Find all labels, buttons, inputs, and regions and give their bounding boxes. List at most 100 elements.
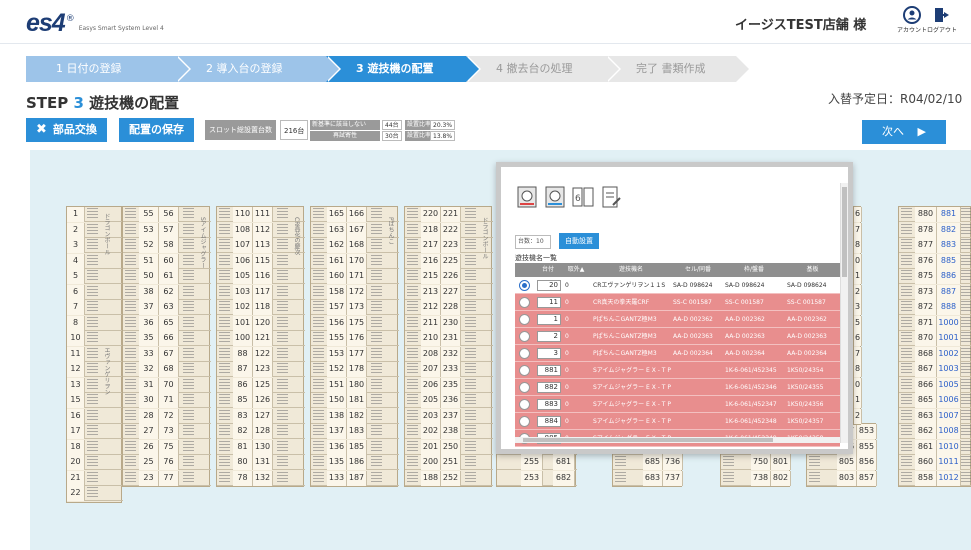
step-3[interactable]: 3 遊技機の配置 — [326, 56, 481, 82]
count-field[interactable]: 台数：10 — [515, 235, 551, 249]
machine-number[interactable]: 681 — [553, 455, 575, 470]
machine-number[interactable]: 205 — [421, 393, 441, 408]
col-board[interactable]: 基板 — [785, 263, 840, 277]
machine-number[interactable]: 103 — [233, 285, 253, 300]
machine-number[interactable]: 105 — [233, 269, 253, 284]
machine-number[interactable]: 3 — [854, 300, 862, 315]
machine-number[interactable]: 1005 — [937, 378, 961, 393]
machine-slot-row[interactable]: 138 182 — [311, 409, 399, 424]
machine-slot-row[interactable]: 876 885 — [899, 254, 971, 269]
horizontal-scrollbar[interactable] — [515, 437, 840, 443]
machine-number[interactable]: 6 — [67, 285, 85, 300]
machine-number[interactable]: 56 — [159, 207, 179, 222]
machine-number[interactable]: 223 — [441, 238, 461, 253]
col-removed[interactable]: 取外▲ — [563, 263, 589, 277]
machine-number[interactable]: 1008 — [937, 424, 961, 439]
machine-slot-row[interactable]: 2 — [854, 409, 862, 424]
machine-number[interactable]: 858 — [915, 471, 937, 486]
col-qty[interactable]: 台付 — [533, 263, 563, 277]
machine-slot-row[interactable]: 206 235 — [405, 378, 493, 393]
row-radio[interactable] — [519, 314, 530, 325]
machine-number[interactable]: 81 — [233, 440, 253, 455]
machine-number[interactable]: 35 — [139, 331, 159, 346]
machine-number[interactable]: 5 — [854, 316, 862, 331]
machine-number[interactable]: 120 — [253, 316, 273, 331]
machine-number[interactable]: 871 — [915, 316, 937, 331]
machine-number[interactable]: 238 — [441, 424, 461, 439]
machine-number[interactable]: 16 — [67, 409, 85, 424]
machine-slot-row[interactable]: 155 176 — [311, 331, 399, 346]
machine-slot-row[interactable]: 150 181 — [311, 393, 399, 408]
machine-number[interactable]: 101 — [233, 316, 253, 331]
machine-number[interactable]: 855 — [857, 440, 877, 455]
machine-number[interactable]: 163 — [327, 223, 347, 238]
vertical-scroll-thumb[interactable] — [842, 187, 847, 277]
machine-slot-row[interactable]: 8 — [854, 362, 862, 377]
machine-slot-row[interactable]: 860 1011 — [899, 455, 971, 470]
machine-slot-row[interactable]: 87 123 — [217, 362, 305, 377]
machine-slot-row[interactable]: 872 888 — [899, 300, 971, 315]
machine-slot-row[interactable]: 210 231 — [405, 331, 493, 346]
machine-number[interactable]: 878 — [915, 223, 937, 238]
machine-number[interactable]: 172 — [347, 285, 367, 300]
machine-row[interactable]: 3 0 PぱちんこGANTZ極M3 AA-D 002364 AA-D 002364 AA-… — [515, 345, 840, 362]
machine-number[interactable]: 13 — [67, 378, 85, 393]
machine-number[interactable]: 27 — [139, 424, 159, 439]
machine-slot-row[interactable]: 0 — [854, 254, 862, 269]
machine-slot-row[interactable]: 683 737 — [613, 471, 683, 486]
machine-number[interactable]: 158 — [327, 285, 347, 300]
machine-number[interactable]: 2 — [67, 223, 85, 238]
machine-number[interactable]: 872 — [915, 300, 937, 315]
machine-number[interactable]: 113 — [253, 238, 273, 253]
machine-slot-row[interactable]: 2 — [854, 285, 862, 300]
machine-number[interactable]: 128 — [253, 424, 273, 439]
machine-number[interactable]: 876 — [915, 254, 937, 269]
machine-number[interactable]: 222 — [441, 223, 461, 238]
row-qty-input[interactable]: 20 — [537, 280, 561, 291]
machine-number[interactable]: 32 — [139, 362, 159, 377]
row-radio[interactable] — [519, 365, 530, 376]
machine-number[interactable]: 861 — [915, 440, 937, 455]
machine-slot-row[interactable]: 6 — [854, 331, 862, 346]
machine-number[interactable]: 883 — [937, 238, 961, 253]
machine-number[interactable]: 3 — [67, 238, 85, 253]
machine-number[interactable]: 736 — [663, 455, 683, 470]
machine-search-icon[interactable] — [543, 185, 567, 209]
machine-number[interactable]: 72 — [159, 409, 179, 424]
machine-number[interactable]: 36 — [139, 316, 159, 331]
machine-number[interactable]: 737 — [663, 471, 683, 486]
row-qty-input[interactable]: 11 — [537, 297, 561, 308]
machine-number[interactable]: 155 — [327, 331, 347, 346]
machine-number[interactable]: 125 — [253, 378, 273, 393]
machine-number[interactable]: 57 — [159, 223, 179, 238]
machine-number[interactable]: 862 — [915, 424, 937, 439]
machine-number[interactable]: 208 — [421, 347, 441, 362]
machine-slot-row[interactable]: 31 70 — [123, 378, 211, 393]
machine-slot-row[interactable]: 2 — [67, 223, 123, 238]
machine-number[interactable]: 186 — [347, 455, 367, 470]
machine-slot-row[interactable]: 11 — [67, 347, 123, 362]
machine-slot-row[interactable]: 861 1010 — [899, 440, 971, 455]
machine-row[interactable]: 881 0 Sアイムジャグラー E X - T P 1K-6-061/452345 1K… — [515, 362, 840, 379]
machine-number[interactable]: 868 — [915, 347, 937, 362]
machine-number[interactable]: 212 — [421, 300, 441, 315]
machine-number[interactable]: 225 — [441, 254, 461, 269]
parts-exchange-button[interactable]: ✖ 部品交換 — [26, 118, 107, 142]
account-button[interactable]: アカウント — [897, 6, 927, 34]
machine-slot-row[interactable]: 805 856 — [807, 455, 877, 470]
machine-number[interactable]: 4 — [67, 254, 85, 269]
machine-number[interactable]: 887 — [937, 285, 961, 300]
machine-number[interactable]: 251 — [441, 455, 461, 470]
machine-slot-row[interactable]: 208 232 — [405, 347, 493, 362]
machine-slot-row[interactable]: 878 882 — [899, 223, 971, 238]
machine-number[interactable]: 55 — [139, 207, 159, 222]
machine-slot-row[interactable]: 188 252 — [405, 471, 493, 486]
machine-number[interactable]: 135 — [327, 455, 347, 470]
machine-slot-row[interactable]: 22 — [67, 486, 123, 501]
machine-slot-row[interactable]: 6 — [854, 207, 862, 222]
machine-row[interactable]: 11 0 CR真天の拳天羅CRF SS-C 001587 SS-C 001587 SS-C… — [515, 294, 840, 311]
machine-number[interactable]: 23 — [139, 471, 159, 486]
machine-number[interactable]: 180 — [347, 378, 367, 393]
machine-number[interactable]: 853 — [857, 424, 877, 439]
machine-number[interactable]: 20 — [67, 455, 85, 470]
